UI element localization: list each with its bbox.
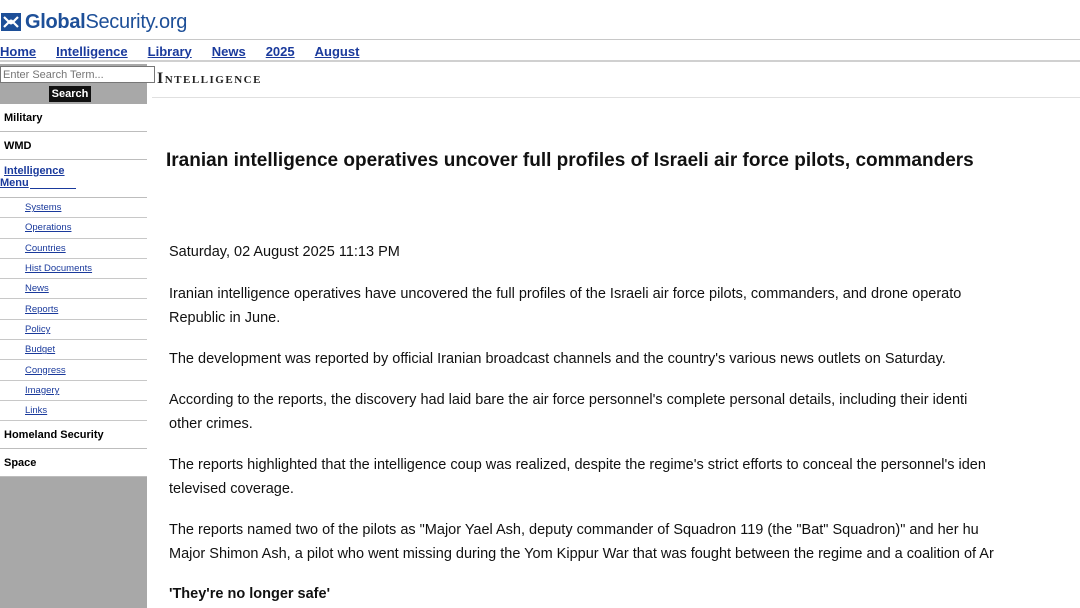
section-title: Intelligence xyxy=(157,70,262,87)
sidebar-link-links[interactable]: Links xyxy=(25,405,47,416)
breadcrumb: Home Intelligence Library News 2025 Augu… xyxy=(0,42,1080,62)
breadcrumb-intelligence[interactable]: Intelligence xyxy=(56,44,128,59)
paragraph-line: Republic in June. xyxy=(169,310,281,326)
globe-icon xyxy=(0,11,22,33)
sidebar-link-news[interactable]: News xyxy=(25,283,49,294)
article-body: Iranian intelligence operatives uncover … xyxy=(166,150,1080,602)
sidebar-item-wmd[interactable]: WMD xyxy=(0,132,147,160)
paragraph-line: Major Shimon Ash, a pilot who went missi… xyxy=(169,546,994,562)
sidebar-subitem: News xyxy=(0,279,147,300)
sidebar-intelligence-menu[interactable]: Intelligence Menu xyxy=(0,160,147,198)
sidebar-subitem: Operations xyxy=(0,218,147,239)
menu-underline xyxy=(30,188,76,189)
article-dateline: Saturday, 02 August 2025 11:13 PM xyxy=(169,244,400,260)
paragraph-line: According to the reports, the discovery … xyxy=(169,392,968,408)
site-logo[interactable]: GlobalSecurity.org xyxy=(0,8,187,36)
sidebar-item-space[interactable]: Space xyxy=(0,449,147,478)
sidebar-subitem: Reports xyxy=(0,299,147,320)
search-button[interactable]: Search xyxy=(49,86,91,102)
article-paragraph: According to the reports, the discovery … xyxy=(169,388,967,436)
site-header: GlobalSecurity.org xyxy=(0,0,1080,40)
article-paragraph: The reports named two of the pilots as "… xyxy=(169,518,994,566)
sidebar-item-military[interactable]: Military xyxy=(0,104,147,132)
article-title: Iranian intelligence operatives uncover … xyxy=(166,150,974,171)
breadcrumb-news[interactable]: News xyxy=(212,44,246,59)
article-paragraph: Iranian intelligence operatives have unc… xyxy=(169,282,961,330)
paragraph-line: The development was reported by official… xyxy=(169,351,946,367)
section-divider xyxy=(152,97,1080,98)
article-paragraph: The development was reported by official… xyxy=(169,347,946,371)
sidebar-link-reports[interactable]: Reports xyxy=(25,304,58,315)
sidebar-subitem: Imagery xyxy=(0,381,147,401)
breadcrumb-library[interactable]: Library xyxy=(148,44,192,59)
sidebar-link-operations[interactable]: Operations xyxy=(25,222,71,233)
sidebar-item-homeland-security[interactable]: Homeland Security xyxy=(0,421,147,450)
sidebar-nav: Military WMD Intelligence Menu Systems O… xyxy=(0,104,147,478)
search-input[interactable] xyxy=(0,66,155,83)
paragraph-line: The reports highlighted that the intelli… xyxy=(169,457,986,473)
sidebar-link-hist-documents[interactable]: Hist Documents xyxy=(25,263,92,274)
sidebar-link-systems[interactable]: Systems xyxy=(25,202,61,213)
sidebar-subitem: Budget xyxy=(0,340,147,361)
sidebar: Search Military WMD Intelligence Menu Sy… xyxy=(0,64,155,608)
sidebar-link-congress[interactable]: Congress xyxy=(25,365,66,376)
breadcrumb-month[interactable]: August xyxy=(315,44,360,59)
paragraph-line: other crimes. xyxy=(169,416,253,432)
paragraph-line: Iranian intelligence operatives have unc… xyxy=(169,286,962,302)
article-paragraph: The reports highlighted that the intelli… xyxy=(169,453,986,501)
menu-label-line2[interactable]: Menu xyxy=(0,177,29,189)
article-subhead: 'They're no longer safe' xyxy=(169,586,331,602)
sidebar-link-imagery[interactable]: Imagery xyxy=(25,385,59,396)
sidebar-link-countries[interactable]: Countries xyxy=(25,243,66,254)
paragraph-line: televised coverage. xyxy=(169,481,294,497)
sidebar-subitem: Congress xyxy=(0,360,147,381)
sidebar-subitem: Countries xyxy=(0,239,147,259)
sidebar-subitem: Hist Documents xyxy=(0,259,147,280)
breadcrumb-home[interactable]: Home xyxy=(0,44,36,59)
sidebar-link-policy[interactable]: Policy xyxy=(25,324,50,335)
sidebar-subitem: Systems xyxy=(0,198,147,219)
breadcrumb-year[interactable]: 2025 xyxy=(266,44,295,59)
logo-wordmark: GlobalSecurity.org xyxy=(25,10,188,33)
sidebar-subitem: Links xyxy=(0,401,147,422)
sidebar-subitem: Policy xyxy=(0,320,147,341)
menu-label-line1[interactable]: Intelligence xyxy=(4,165,65,177)
paragraph-line: The reports named two of the pilots as "… xyxy=(169,522,979,538)
sidebar-link-budget[interactable]: Budget xyxy=(25,344,55,355)
